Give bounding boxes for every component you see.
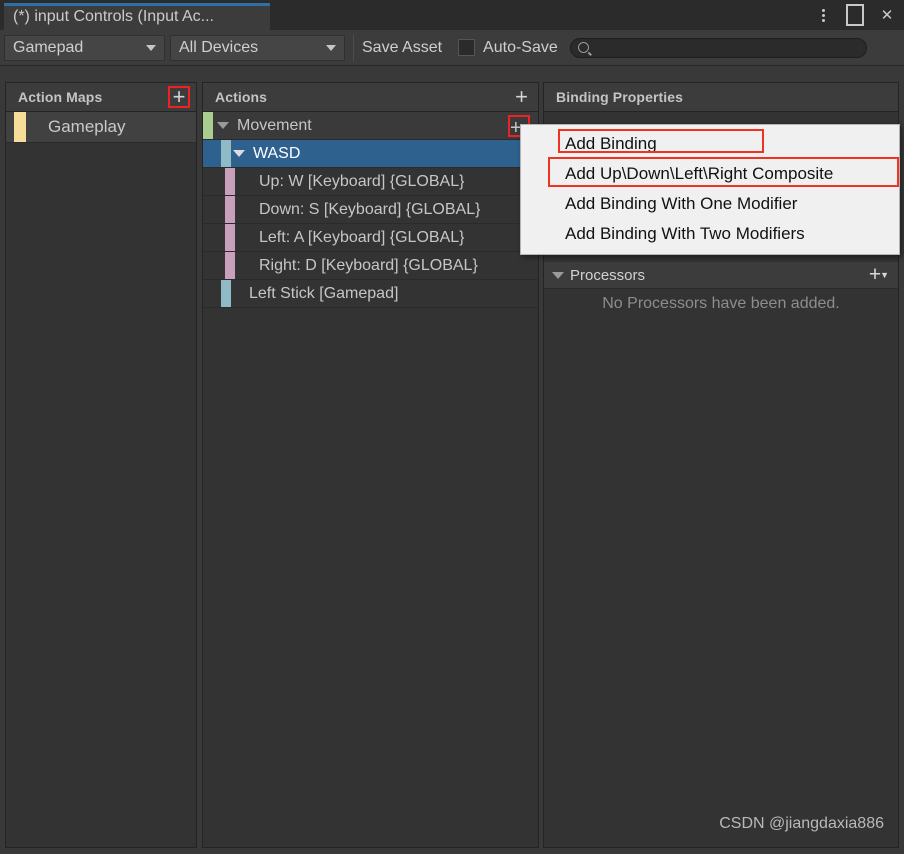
context-menu-item-add-composite[interactable]: Add Up\Down\Left\Right Composite [521,159,899,189]
unity-input-actions-window: (*) input Controls (Input Ac... ✕ Gamepa… [0,0,904,854]
auto-save-checkbox[interactable] [458,39,476,56]
chevron-down-icon[interactable] [552,271,564,279]
asset-tab-label: (*) input Controls (Input Ac... [13,8,214,25]
binding-properties-title: Binding Properties [556,89,684,105]
processors-section-label: Processors [570,266,646,284]
close-icon[interactable]: ✕ [878,4,896,26]
actions-header: Actions + [203,83,538,112]
chevron-down-icon[interactable] [233,150,245,157]
context-menu-item-add-binding[interactable]: Add Binding [521,129,899,159]
binding-row-down[interactable]: Down: S [Keyboard] {GLOBAL} [203,196,538,224]
auto-save-toggle[interactable]: Auto-Save [458,39,558,57]
action-row-movement[interactable]: Movement + [203,112,538,140]
save-asset-label: Save Asset [362,38,443,56]
add-action-button[interactable]: + [515,86,528,108]
binding-accent-bar [225,224,235,251]
action-maps-title: Action Maps [18,89,103,105]
binding-row-up[interactable]: Up: W [Keyboard] {GLOBAL} [203,168,538,196]
actions-title: Actions [215,89,268,105]
binding-label: Down: S [Keyboard] {GLOBAL} [259,200,481,218]
control-scheme-value: Gamepad [13,38,84,56]
binding-row-wasd[interactable]: WASD [203,140,538,168]
processors-section-header[interactable]: Processors +▼ [544,262,898,289]
maximize-icon[interactable] [846,4,864,26]
context-menu-item-label: Add Binding With Two Modifiers [565,224,805,243]
asset-tab[interactable]: (*) input Controls (Input Ac... [4,3,270,30]
action-map-item-gameplay[interactable]: Gameplay [6,112,196,143]
device-filter-dropdown[interactable]: All Devices [170,34,345,61]
window-controls: ✕ [814,0,896,30]
action-map-accent-bar [14,112,26,142]
binding-label: Up: W [Keyboard] {GLOBAL} [259,172,465,190]
binding-label: WASD [253,144,301,162]
search-icon [577,42,589,53]
binding-label: Left: A [Keyboard] {GLOBAL} [259,228,465,246]
binding-accent-bar [221,280,231,307]
binding-accent-bar [221,140,231,167]
binding-row-left[interactable]: Left: A [Keyboard] {GLOBAL} [203,224,538,252]
chevron-down-icon [326,44,336,51]
context-menu-item-add-binding-two-modifiers[interactable]: Add Binding With Two Modifiers [521,219,899,249]
add-processor-button[interactable]: +▼ [869,264,889,285]
action-accent-bar [203,112,213,139]
auto-save-label: Auto-Save [483,38,558,56]
add-binding-context-menu: Add Binding Add Up\Down\Left\Right Compo… [520,124,900,255]
chevron-down-icon [146,44,156,51]
add-action-map-highlight: + [168,86,190,108]
binding-accent-bar [225,196,235,223]
watermark-text: CSDN @jiangdaxia886 [719,815,884,832]
add-action-map-button[interactable]: + [173,86,186,108]
context-menu-item-label: Add Binding With One Modifier [565,194,798,213]
kebab-menu-icon[interactable] [814,4,832,26]
binding-accent-bar [225,252,235,279]
binding-label: Right: D [Keyboard] {GLOBAL} [259,256,478,274]
save-asset-button[interactable]: Save Asset [353,34,451,61]
context-menu-item-add-binding-one-modifier[interactable]: Add Binding With One Modifier [521,189,899,219]
actions-panel: Actions + Movement + WASD Up: W [Keyboar… [202,82,539,848]
binding-accent-bar [225,168,235,195]
action-maps-header: Action Maps + [6,83,196,112]
editor-toolbar: Gamepad All Devices Save Asset Auto-Save [0,30,904,66]
search-field[interactable] [569,37,867,58]
binding-row-left-stick[interactable]: Left Stick [Gamepad] [203,280,538,308]
chevron-down-icon[interactable] [217,122,229,129]
binding-label: Left Stick [Gamepad] [249,284,399,302]
action-maps-panel: Action Maps + Gameplay [5,82,197,848]
binding-row-right[interactable]: Right: D [Keyboard] {GLOBAL} [203,252,538,280]
action-label: Movement [237,116,312,134]
window-titlebar: (*) input Controls (Input Ac... ✕ [0,0,904,30]
binding-properties-header: Binding Properties [544,83,898,112]
search-input[interactable] [588,40,866,55]
control-scheme-dropdown[interactable]: Gamepad [4,34,165,61]
device-filter-value: All Devices [179,38,259,56]
context-menu-item-label: Add Binding [565,134,657,153]
processors-empty-text: No Processors have been added. [544,289,898,319]
context-menu-item-label: Add Up\Down\Left\Right Composite [565,164,834,183]
